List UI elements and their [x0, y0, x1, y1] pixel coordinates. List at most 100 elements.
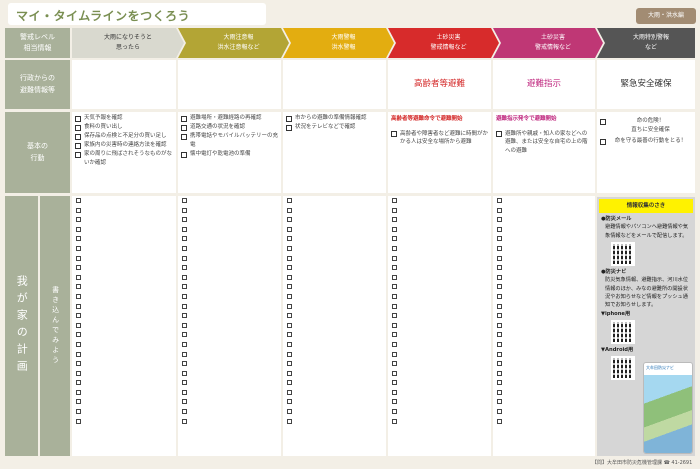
plan-checkbox[interactable]	[287, 351, 292, 357]
plan-checkbox[interactable]	[392, 409, 397, 415]
plan-checkbox[interactable]	[287, 284, 292, 290]
plan-checkbox[interactable]	[76, 265, 81, 271]
plan-checkbox[interactable]	[392, 198, 397, 203]
plan-checkbox[interactable]	[287, 370, 292, 376]
plan-checkbox[interactable]	[392, 226, 397, 232]
plan-checkbox[interactable]	[182, 293, 187, 299]
plan-checkbox[interactable]	[182, 380, 187, 386]
plan-checkbox[interactable]	[392, 341, 397, 347]
plan-checkbox[interactable]	[76, 332, 81, 338]
plan-checkbox[interactable]	[497, 198, 502, 203]
plan-checkbox[interactable]	[287, 245, 292, 251]
plan-checkbox[interactable]	[76, 255, 81, 261]
plan-checkbox[interactable]	[392, 322, 397, 328]
plan-checkbox[interactable]	[392, 303, 397, 309]
plan-checkbox[interactable]	[287, 341, 292, 347]
plan-checkbox[interactable]	[497, 389, 502, 395]
plan-checkbox[interactable]	[287, 303, 292, 309]
plan-checkbox[interactable]	[392, 389, 397, 395]
plan-checkbox[interactable]	[76, 274, 81, 280]
plan-column-3[interactable]	[283, 196, 386, 456]
plan-checkbox[interactable]	[182, 332, 187, 338]
plan-checkbox[interactable]	[182, 418, 187, 424]
plan-checkbox[interactable]	[182, 322, 187, 328]
plan-column-2[interactable]	[178, 196, 281, 456]
plan-checkbox[interactable]	[182, 236, 187, 242]
plan-checkbox[interactable]	[182, 198, 187, 203]
plan-checkbox[interactable]	[287, 293, 292, 299]
plan-checkbox[interactable]	[497, 380, 502, 386]
plan-checkbox[interactable]	[182, 399, 187, 405]
plan-checkbox[interactable]	[497, 265, 502, 271]
plan-checkbox[interactable]	[497, 351, 502, 357]
plan-checkbox[interactable]	[287, 332, 292, 338]
plan-checkbox[interactable]	[182, 303, 187, 309]
plan-checkbox[interactable]	[76, 399, 81, 405]
plan-checkbox[interactable]	[287, 389, 292, 395]
plan-checkbox[interactable]	[497, 217, 502, 223]
plan-checkbox[interactable]	[497, 226, 502, 232]
plan-checkbox[interactable]	[182, 361, 187, 367]
plan-checkbox[interactable]	[76, 341, 81, 347]
plan-checkbox[interactable]	[182, 409, 187, 415]
plan-column-1[interactable]	[72, 196, 176, 456]
plan-checkbox[interactable]	[182, 255, 187, 261]
plan-checkbox[interactable]	[392, 293, 397, 299]
plan-checkbox[interactable]	[182, 313, 187, 319]
plan-checkbox[interactable]	[287, 361, 292, 367]
plan-checkbox[interactable]	[182, 265, 187, 271]
plan-column-5[interactable]	[493, 196, 595, 456]
plan-checkbox[interactable]	[392, 418, 397, 424]
plan-checkbox[interactable]	[497, 322, 502, 328]
plan-checkbox[interactable]	[76, 303, 81, 309]
qr-code-android-icon[interactable]	[611, 356, 635, 381]
plan-checkbox[interactable]	[182, 351, 187, 357]
plan-checkbox[interactable]	[76, 313, 81, 319]
plan-checkbox[interactable]	[182, 226, 187, 232]
plan-checkbox[interactable]	[287, 380, 292, 386]
plan-checkbox[interactable]	[497, 255, 502, 261]
qr-code-icon[interactable]	[611, 241, 635, 266]
plan-checkbox[interactable]	[287, 255, 292, 261]
plan-checkbox[interactable]	[497, 332, 502, 338]
plan-checkbox[interactable]	[497, 341, 502, 347]
plan-checkbox[interactable]	[392, 380, 397, 386]
plan-checkbox[interactable]	[392, 236, 397, 242]
plan-checkbox[interactable]	[392, 265, 397, 271]
plan-checkbox[interactable]	[497, 245, 502, 251]
plan-checkbox[interactable]	[497, 293, 502, 299]
plan-checkbox[interactable]	[182, 274, 187, 280]
plan-checkbox[interactable]	[287, 313, 292, 319]
plan-checkbox[interactable]	[76, 293, 81, 299]
plan-checkbox[interactable]	[76, 351, 81, 357]
plan-checkbox[interactable]	[497, 399, 502, 405]
plan-checkbox[interactable]	[497, 236, 502, 242]
plan-checkbox[interactable]	[76, 418, 81, 424]
plan-checkbox[interactable]	[287, 265, 292, 271]
plan-checkbox[interactable]	[497, 207, 502, 213]
plan-checkbox[interactable]	[76, 370, 81, 376]
plan-checkbox[interactable]	[76, 226, 81, 232]
plan-checkbox[interactable]	[287, 226, 292, 232]
plan-checkbox[interactable]	[182, 284, 187, 290]
plan-checkbox[interactable]	[392, 284, 397, 290]
plan-checkbox[interactable]	[392, 274, 397, 280]
plan-checkbox[interactable]	[76, 236, 81, 242]
plan-checkbox[interactable]	[287, 198, 292, 203]
plan-checkbox[interactable]	[76, 361, 81, 367]
plan-checkbox[interactable]	[287, 418, 292, 424]
plan-checkbox[interactable]	[76, 284, 81, 290]
plan-checkbox[interactable]	[76, 389, 81, 395]
plan-checkbox[interactable]	[76, 245, 81, 251]
plan-checkbox[interactable]	[497, 274, 502, 280]
plan-checkbox[interactable]	[497, 418, 502, 424]
plan-checkbox[interactable]	[392, 361, 397, 367]
plan-checkbox[interactable]	[182, 207, 187, 213]
plan-checkbox[interactable]	[287, 274, 292, 280]
plan-column-4[interactable]	[388, 196, 491, 456]
plan-checkbox[interactable]	[392, 399, 397, 405]
plan-checkbox[interactable]	[287, 207, 292, 213]
plan-checkbox[interactable]	[392, 351, 397, 357]
plan-checkbox[interactable]	[76, 380, 81, 386]
plan-checkbox[interactable]	[497, 409, 502, 415]
